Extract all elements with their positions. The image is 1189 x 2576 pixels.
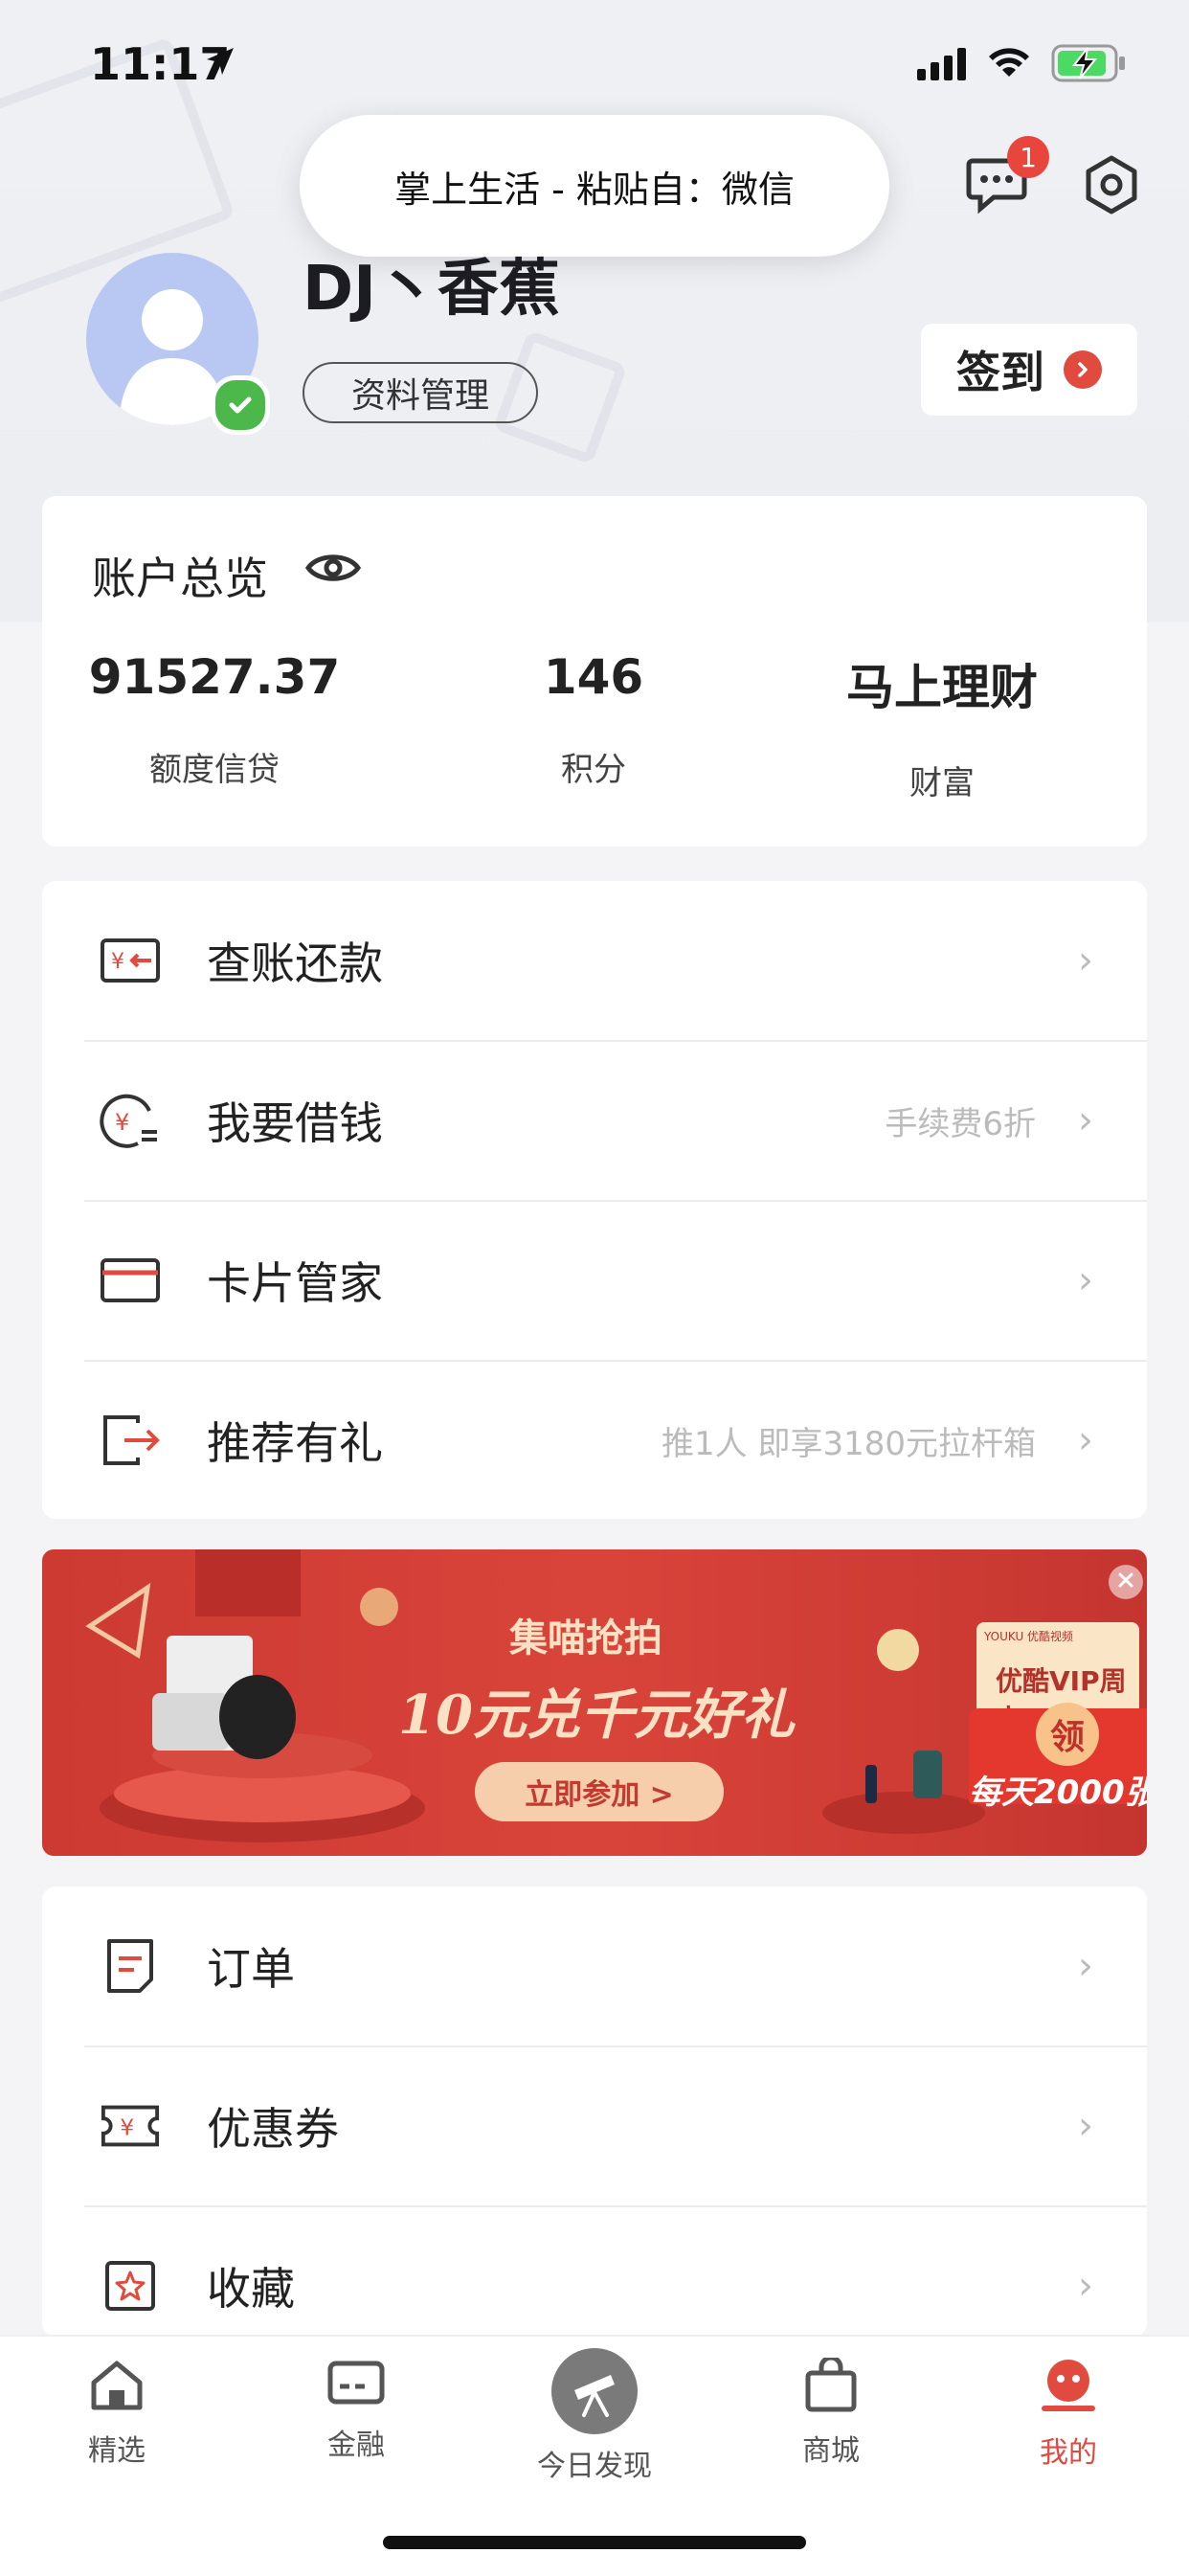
status-bar: 11:17 [0,0,1189,124]
overview-item-points[interactable]: 146 积分 [421,649,766,790]
chevron-right-icon: › [1078,2264,1093,2308]
menu-item-label: 收藏 [207,2263,295,2315]
profile-manage-button[interactable]: 资料管理 [303,362,538,423]
menu-item-orders[interactable]: 订单 › [42,1887,1147,2045]
svg-text:¥: ¥ [115,1109,129,1136]
banner-headline: 集喵抢拍 [509,1616,662,1661]
banner-coupon[interactable]: YOUKU 优酷视频 优酷VIP周卡 领 每天2000张 [969,1622,1147,1814]
wifi-icon [986,44,1032,82]
overview-value: 146 [543,649,644,705]
tab-finance[interactable]: 金融 [270,2358,442,2463]
overview-item-credit[interactable]: 91527.37 额度信贷 [42,649,387,790]
share-icon [100,1410,161,1471]
battery-charging-icon [1051,44,1128,86]
home-icon [88,2361,146,2417]
promo-banner[interactable]: 集喵抢拍 10元兑千元好礼 立即参加 > YOUKU 优酷视频 优酷VIP周卡 … [42,1549,1147,1856]
menu-item-label: 订单 [207,1943,295,1995]
menu-item-hint: 手续费6折 [885,1104,1036,1143]
tab-label: 精选 [88,2434,146,2468]
overview-label: 财富 [909,764,975,802]
svg-text:¥: ¥ [111,950,124,974]
settings-button[interactable] [1078,153,1145,220]
home-indicator [383,2536,806,2549]
menu-item-label: 卡片管家 [207,1257,383,1309]
borrow-icon: ¥ [100,1090,161,1151]
menu-item-referral[interactable]: 推荐有礼 推1人 即享3180元拉杆箱 › [42,1361,1147,1520]
telescope-icon [551,2348,638,2434]
close-icon [1117,1571,1134,1593]
banner-subline: 10元兑千元好礼 [398,1683,795,1747]
svg-text:¥: ¥ [120,2115,134,2141]
chevron-right-icon: › [1078,938,1093,983]
paste-toast: 掌上生活 - 粘贴自：微信 [300,115,889,257]
coupon-brand: YOUKU 优酷视频 [984,1630,1074,1643]
verified-check-icon [211,375,270,435]
chevron-right-icon: › [1078,1098,1093,1142]
chevron-right-icon: › [1078,1258,1093,1302]
shopping-bag-icon [802,2355,860,2417]
menu-item-label: 推荐有礼 [207,1417,383,1469]
tab-label: 我的 [1040,2436,1097,2470]
chevron-right-icon: › [1078,2104,1093,2148]
username: DJ丶香蕉 [303,254,560,325]
checkin-button[interactable]: 签到 [921,324,1137,416]
coupon-icon: ¥ [100,2095,161,2157]
coupon-note: 每天2000张 [969,1774,1147,1812]
tab-label: 今日发现 [537,2450,652,2483]
message-button[interactable]: 1 [963,136,1049,220]
chevron-right-icon [1064,350,1102,389]
tab-label: 商城 [802,2434,860,2468]
menu-item-label: 查账还款 [207,938,383,989]
cellular-signal-icon [917,48,969,84]
eye-icon[interactable] [304,544,362,596]
overview-label: 额度信贷 [149,751,280,789]
settings-icon [1081,154,1142,219]
location-arrow-icon [203,44,237,82]
tab-label: 金融 [327,2429,385,2462]
menu-item-borrow[interactable]: ¥ 我要借钱 手续费6折 › [42,1041,1147,1200]
menu-item-label: 我要借钱 [207,1097,383,1149]
card-icon [100,1250,161,1311]
overview-value: 马上理财 [846,660,1038,715]
account-overview-card: 账户总览 91527.37 额度信贷 146 积分 马上理财 财富 [42,496,1147,847]
overview-label: 积分 [561,751,626,789]
menu-item-card-manager[interactable]: 卡片管家 › [42,1201,1147,1360]
finance-icon [326,2361,386,2411]
menu-item-bill-repay[interactable]: ¥ 查账还款 › [42,881,1147,1040]
tab-discover[interactable]: 今日发现 [508,2348,681,2484]
bill-icon: ¥ [100,930,161,991]
message-badge: 1 [1007,136,1049,178]
banner-cta-button[interactable]: 立即参加 > [475,1762,724,1821]
chevron-right-icon: › [1078,1418,1093,1462]
overview-item-wealth[interactable]: 马上理财 财富 [770,649,1114,803]
order-icon [100,1935,161,1997]
menu-item-label: 优惠券 [207,2103,339,2155]
overview-title: 账户总览 [92,553,268,604]
menu-item-coupons[interactable]: ¥ 优惠券 › [42,2046,1147,2205]
chevron-right-icon: › [1078,1944,1093,1988]
tab-mine[interactable]: 我的 [982,2358,1155,2471]
tab-mall[interactable]: 商城 [745,2355,917,2469]
tab-featured[interactable]: 精选 [31,2358,203,2469]
service-menu-card: ¥ 查账还款 › ¥ 我要借钱 手续费6折 › 卡片管家 › 推荐有礼 推1人 … [42,881,1147,1519]
coupon-action: 领 [1036,1703,1099,1766]
menu-item-hint: 推1人 即享3180元拉杆箱 [662,1424,1036,1463]
mine-icon [1038,2360,1099,2419]
banner-close-button[interactable] [1109,1565,1143,1599]
favorite-icon [100,2255,161,2316]
order-menu-card: 订单 › ¥ 优惠券 › 收藏 › [42,1887,1147,2337]
checkin-label: 签到 [956,347,1044,398]
overview-value: 91527.37 [88,649,341,705]
